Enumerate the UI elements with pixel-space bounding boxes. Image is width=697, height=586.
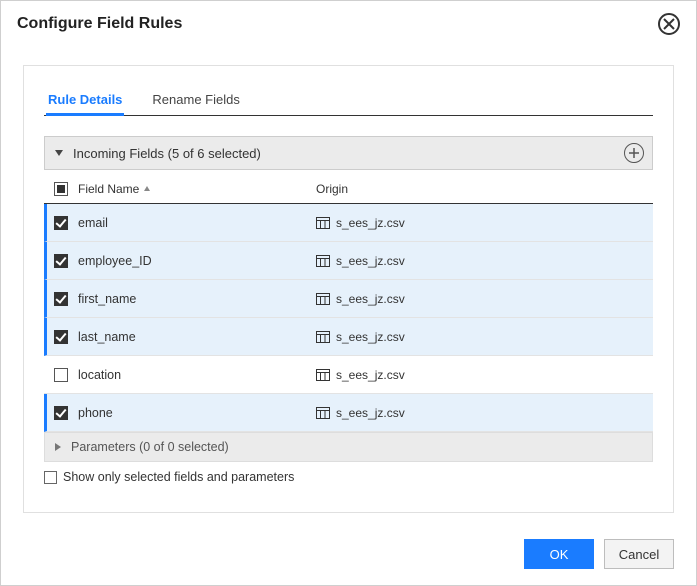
- table-row[interactable]: last_names_ees_jz.csv: [44, 318, 653, 356]
- column-header-origin[interactable]: Origin: [316, 182, 643, 196]
- row-checkbox[interactable]: [54, 216, 68, 230]
- table-icon: [316, 255, 330, 267]
- plus-icon: [629, 148, 639, 158]
- table-row[interactable]: phones_ees_jz.csv: [44, 394, 653, 432]
- row-checkbox[interactable]: [54, 406, 68, 420]
- row-checkbox[interactable]: [54, 292, 68, 306]
- sort-asc-icon: [143, 182, 151, 196]
- table-header-row: Field Name Origin: [44, 174, 653, 204]
- table-icon: [316, 369, 330, 381]
- origin-cell: s_ees_jz.csv: [316, 406, 643, 420]
- origin-cell: s_ees_jz.csv: [316, 368, 643, 382]
- field-name-cell: email: [78, 216, 316, 230]
- table-row[interactable]: employee_IDs_ees_jz.csv: [44, 242, 653, 280]
- incoming-fields-header[interactable]: Incoming Fields (5 of 6 selected): [44, 136, 653, 170]
- tab-rule-details[interactable]: Rule Details: [48, 86, 122, 115]
- field-name-cell: employee_ID: [78, 254, 316, 268]
- table-icon: [316, 217, 330, 229]
- tabs: Rule Details Rename Fields: [44, 86, 653, 116]
- select-all-checkbox[interactable]: [54, 182, 68, 196]
- table-icon: [316, 331, 330, 343]
- titlebar: Configure Field Rules: [1, 1, 696, 43]
- ok-button[interactable]: OK: [524, 539, 594, 569]
- parameters-label: Parameters (0 of 0 selected): [71, 440, 229, 454]
- content-panel: Rule Details Rename Fields Incoming Fiel…: [23, 65, 674, 513]
- table-row[interactable]: locations_ees_jz.csv: [44, 356, 653, 394]
- chevron-down-icon[interactable]: [55, 150, 63, 156]
- field-name-cell: phone: [78, 406, 316, 420]
- origin-cell: s_ees_jz.csv: [316, 292, 643, 306]
- origin-cell: s_ees_jz.csv: [316, 330, 643, 344]
- table-icon: [316, 407, 330, 419]
- close-icon: [663, 18, 675, 30]
- show-only-checkbox[interactable]: [44, 471, 57, 484]
- show-only-row: Show only selected fields and parameters: [44, 470, 653, 484]
- table-icon: [316, 293, 330, 305]
- column-header-fieldname-label: Field Name: [78, 182, 139, 196]
- incoming-fields-label: Incoming Fields (5 of 6 selected): [73, 146, 261, 161]
- dialog: Configure Field Rules Rule Details Renam…: [0, 0, 697, 586]
- cancel-button[interactable]: Cancel: [604, 539, 674, 569]
- table-row[interactable]: emails_ees_jz.csv: [44, 204, 653, 242]
- chevron-right-icon[interactable]: [55, 443, 61, 451]
- table-row[interactable]: first_names_ees_jz.csv: [44, 280, 653, 318]
- column-header-fieldname[interactable]: Field Name: [78, 182, 316, 196]
- row-checkbox[interactable]: [54, 254, 68, 268]
- field-name-cell: location: [78, 368, 316, 382]
- footer: OK Cancel: [524, 539, 674, 569]
- dialog-title: Configure Field Rules: [17, 15, 182, 33]
- tab-rename-fields[interactable]: Rename Fields: [152, 86, 239, 115]
- close-button[interactable]: [658, 13, 680, 35]
- origin-cell: s_ees_jz.csv: [316, 254, 643, 268]
- field-name-cell: first_name: [78, 292, 316, 306]
- show-only-label: Show only selected fields and parameters: [63, 470, 294, 484]
- parameters-header[interactable]: Parameters (0 of 0 selected): [44, 432, 653, 462]
- row-checkbox[interactable]: [54, 330, 68, 344]
- origin-cell: s_ees_jz.csv: [316, 216, 643, 230]
- table-body: emails_ees_jz.csvemployee_IDs_ees_jz.csv…: [44, 204, 653, 432]
- add-button[interactable]: [624, 143, 644, 163]
- row-checkbox[interactable]: [54, 368, 68, 382]
- field-name-cell: last_name: [78, 330, 316, 344]
